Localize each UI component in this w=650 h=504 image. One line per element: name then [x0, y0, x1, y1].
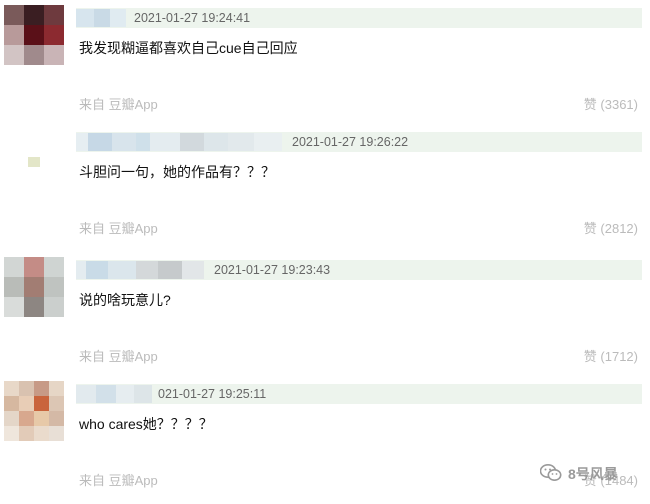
avatar[interactable]	[4, 129, 64, 189]
watermark: 8号风暴	[539, 462, 618, 486]
comment-timestamp: 2021-01-27 19:26:22	[292, 135, 409, 149]
like-button[interactable]: 赞 (1712)	[584, 348, 638, 366]
avatar[interactable]	[4, 5, 64, 65]
comment-item: 2021-01-27 19:23:43 说的啥玩意儿? 来自 豆瓣App 赞 (…	[0, 252, 650, 376]
like-button[interactable]: 赞 (3361)	[584, 96, 638, 114]
comment-header: 2021-01-27 19:26:22	[76, 132, 642, 152]
comment-source: 来自 豆瓣App	[79, 473, 158, 488]
comment-header: 021-01-27 19:25:11	[76, 384, 642, 404]
username-blurred[interactable]	[76, 133, 282, 151]
username-blurred[interactable]	[76, 385, 152, 403]
comment-timestamp: 2021-01-27 19:23:43	[214, 263, 331, 277]
comment-item: 2021-01-27 19:26:22 斗胆问一句，她的作品有？？？ 来自 豆瓣…	[0, 124, 650, 248]
comment-source: 来自 豆瓣App	[79, 97, 158, 112]
watermark-text: 8号风暴	[568, 466, 618, 482]
comment-source: 来自 豆瓣App	[79, 349, 158, 364]
comment-header: 2021-01-27 19:23:43	[76, 260, 642, 280]
comment-source: 来自 豆瓣App	[79, 221, 158, 236]
comment-text: who cares她？？？？	[79, 416, 213, 432]
comment-header: 2021-01-27 19:24:41	[76, 8, 642, 28]
comment-timestamp: 021-01-27 19:25:11	[158, 387, 267, 401]
wechat-icon	[539, 463, 562, 486]
comment-item: 2021-01-27 19:24:41 我发现糊逼都喜欢自己cue自己回应 来自…	[0, 0, 650, 124]
username-blurred[interactable]	[76, 9, 126, 27]
comment-text: 说的啥玩意儿?	[79, 292, 171, 308]
like-button[interactable]: 赞 (2812)	[584, 220, 638, 238]
comment-timestamp: 2021-01-27 19:24:41	[134, 11, 251, 25]
avatar[interactable]	[4, 381, 64, 441]
comment-text: 斗胆问一句，她的作品有？？？	[79, 164, 275, 180]
comment-text: 我发现糊逼都喜欢自己cue自己回应	[79, 40, 298, 56]
username-blurred[interactable]	[76, 261, 204, 279]
avatar[interactable]	[4, 257, 64, 317]
